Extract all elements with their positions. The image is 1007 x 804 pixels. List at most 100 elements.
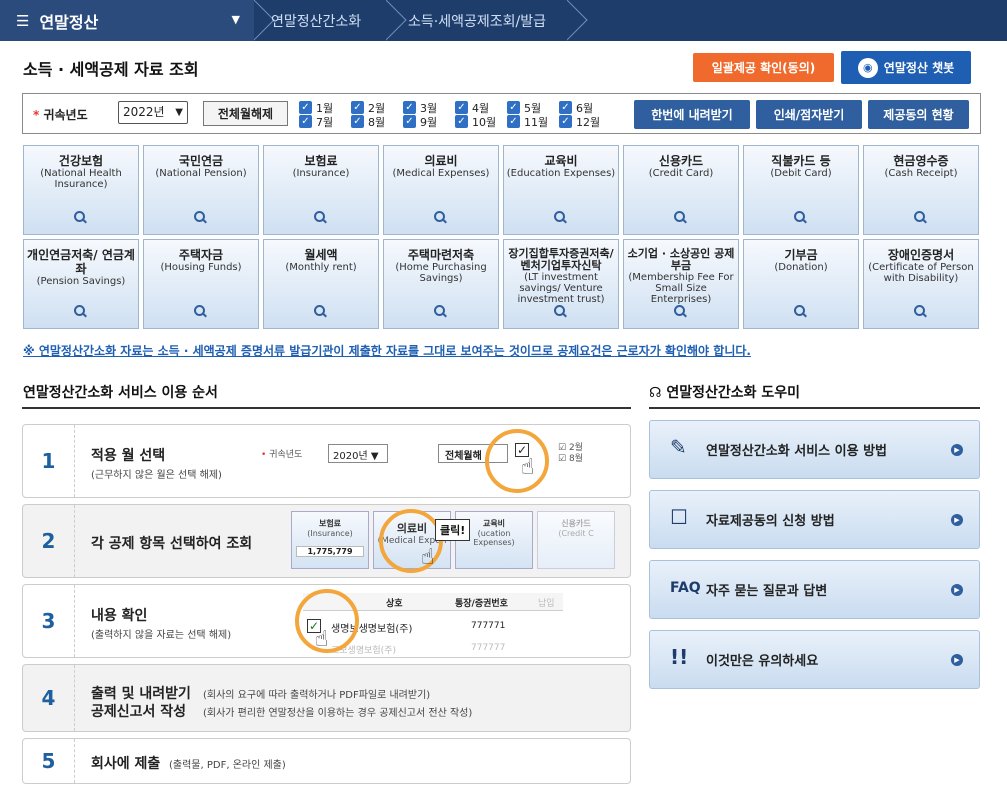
- arrow-right-icon: ▶: [951, 654, 963, 666]
- tile-subtitle: (Membership Fee For Small Size Enterpris…: [628, 272, 734, 305]
- highlight-circle: [485, 429, 549, 493]
- category-tile-16[interactable]: 장애인증명서 (Certificate of Person with Disabi…: [863, 239, 979, 329]
- pointer-hand-icon: ☝: [421, 545, 435, 570]
- category-tile-2[interactable]: 국민연금 (National Pension): [143, 145, 259, 235]
- category-tile-3[interactable]: 보험료 (Insurance): [263, 145, 379, 235]
- select-arrow-icon: ▼: [175, 107, 183, 118]
- category-tile-15[interactable]: 기부금 (Donation): [743, 239, 859, 329]
- breadcrumb-item[interactable]: 연말정산간소화: [271, 0, 361, 41]
- category-tile-7[interactable]: 직불카드 등 (Debit Card): [743, 145, 859, 235]
- step-title: 적용 월 선택: [91, 448, 166, 464]
- demo-tile-credit: 신용카드 (Credit C: [537, 511, 615, 569]
- category-tile-6[interactable]: 신용카드 (Credit Card): [623, 145, 739, 235]
- month-checkbox-5[interactable]: ✓ 5월: [507, 101, 541, 115]
- demo-tile-insurance: 보험료 (Insurance) 1,775,779: [291, 511, 369, 569]
- category-tile-10[interactable]: 주택자금 (Housing Funds): [143, 239, 259, 329]
- tile-title: 주택마련저축: [407, 248, 475, 262]
- category-tile-14[interactable]: 소기업 · 소상공인 공제부금 (Membership Fee For Small…: [623, 239, 739, 329]
- step-number: 2: [23, 505, 75, 577]
- step-number: 1: [23, 425, 75, 497]
- checkbox-checked-icon: ✓: [507, 101, 520, 114]
- search-icon: [434, 305, 447, 318]
- search-icon: [194, 305, 207, 318]
- step-title-2: 공제신고서 작성: [91, 704, 187, 720]
- tile-title: 기부금: [784, 248, 818, 262]
- divider: [22, 407, 631, 409]
- checkbox-checked-icon: ✓: [455, 115, 468, 128]
- arrow-right-icon: ▶: [951, 514, 963, 526]
- category-tile-5[interactable]: 교육비 (Education Expenses): [503, 145, 619, 235]
- breadcrumb-separator-icon: [567, 0, 591, 41]
- demo-year-select: 2020년 ▼: [328, 444, 388, 463]
- breadcrumb-item-current[interactable]: 소득·세액공제조회/발급: [408, 0, 546, 41]
- help-section-title: ☊ 연말정산간소화 도우미: [649, 385, 800, 401]
- help-item-3[interactable]: FAQ 자주 묻는 질문과 답변 ▶: [649, 560, 980, 619]
- month-checkbox-7[interactable]: ✓ 7월: [299, 115, 333, 129]
- month-checkbox-1[interactable]: ✓ 1월: [299, 101, 333, 115]
- category-tile-4[interactable]: 의료비 (Medical Expenses): [383, 145, 499, 235]
- month-checkbox-10[interactable]: ✓ 10월: [455, 115, 496, 129]
- checkbox-checked-icon: ✓: [559, 101, 572, 114]
- main-menu-dropdown[interactable]: ☰ 연말정산 ▼: [0, 0, 254, 41]
- clear-all-months-button[interactable]: 전체월해제: [203, 101, 288, 126]
- month-checkbox-3[interactable]: ✓ 3월: [403, 101, 437, 115]
- category-tile-13[interactable]: 장기집합투자증권저축/ 벤처기업투자신탁 (LT investment savin…: [503, 239, 619, 329]
- search-icon: [794, 305, 807, 318]
- tile-subtitle: (Credit Card): [648, 168, 714, 179]
- category-tile-8[interactable]: 현금영수증 (Cash Receipt): [863, 145, 979, 235]
- exclamation-icon: !!: [670, 645, 689, 669]
- month-checkbox-2[interactable]: ✓ 2월: [351, 101, 385, 115]
- step-subtitle-2: (회사가 편리한 연말정산을 이용하는 경우 공제신고서 전산 작성): [203, 708, 473, 719]
- help-item-1[interactable]: ✎ 연말정산간소화 서비스 이용 방법 ▶: [649, 420, 980, 479]
- month-checkbox-11[interactable]: ✓ 11월: [507, 115, 548, 129]
- month-checkbox-12[interactable]: ✓ 12월: [559, 115, 600, 129]
- category-tile-11[interactable]: 월세액 (Monthly rent): [263, 239, 379, 329]
- year-select[interactable]: 2022년 ▼: [118, 101, 188, 124]
- category-tile-12[interactable]: 주택마련저축 (Home Purchasing Savings): [383, 239, 499, 329]
- hamburger-icon: ☰: [16, 11, 30, 30]
- step-subtitle: (근무하지 않은 월은 선택 해제): [91, 470, 222, 481]
- step-title: 출력 및 내려받기: [91, 686, 191, 702]
- checkbox-checked-icon: ✓: [507, 115, 520, 128]
- help-item-2[interactable]: ☐ 자료제공동의 신청 방법 ▶: [649, 490, 980, 549]
- step-1: 1 적용 월 선택 (근무하지 않은 월은 선택 해제) • 귀속년도 2020…: [22, 424, 631, 498]
- tile-title: 교육비: [544, 154, 578, 168]
- tile-subtitle: (Debit Card): [770, 168, 832, 179]
- checkbox-checked-icon: ✓: [299, 115, 312, 128]
- faq-icon: FAQ: [670, 580, 701, 596]
- help-item-4[interactable]: !! 이것만은 유의하세요 ▶: [649, 630, 980, 689]
- category-tile-9[interactable]: 개인연금저축/ 연금계좌 (Pension Savings): [23, 239, 139, 329]
- tile-title: 주택자금: [178, 248, 224, 262]
- tile-title: 신용카드: [658, 154, 704, 168]
- search-icon: [554, 305, 567, 318]
- step-number: 5: [23, 739, 75, 783]
- notice-text[interactable]: ※ 연말정산간소화 자료는 소득 · 세액공제 증명서류 발급기관이 제출한 자…: [23, 342, 751, 359]
- month-checkbox-4[interactable]: ✓ 4월: [455, 101, 489, 115]
- tile-subtitle: (Cash Receipt): [884, 168, 958, 179]
- steps-section-title: 연말정산간소화 서비스 이용 순서: [23, 385, 218, 401]
- pointer-hand-icon: ☝: [521, 455, 535, 480]
- provider-consent-status-button[interactable]: 제공동의 현황: [868, 100, 969, 129]
- tile-subtitle: (Insurance): [292, 168, 350, 179]
- month-checkbox-8[interactable]: ✓ 8월: [351, 115, 385, 129]
- print-braille-button[interactable]: 인쇄/점자받기: [756, 100, 862, 129]
- month-checkbox-9[interactable]: ✓ 9월: [403, 115, 437, 129]
- chatbot-button[interactable]: ◉ 연말정산 챗봇: [841, 51, 971, 84]
- month-checkbox-6[interactable]: ✓ 6월: [559, 101, 593, 115]
- search-icon: [554, 211, 567, 224]
- tile-subtitle: (Medical Expenses): [392, 168, 490, 179]
- step-title: 각 공제 항목 선택하여 조회: [91, 536, 253, 552]
- bulk-consent-button[interactable]: 일괄제공 확인(동의): [693, 53, 834, 82]
- tile-subtitle: (Home Purchasing Savings): [395, 262, 487, 284]
- step-number: 4: [23, 665, 75, 731]
- category-tile-1[interactable]: 건강보험 (National Health Insurance): [23, 145, 139, 235]
- filter-bar: * 귀속년도 2022년 ▼ 전체월해제 ✓ 1월 ✓ 2월 ✓ 3월 ✓ 4월 ✓ 5월 ✓ 6월 ✓ 7…: [22, 93, 981, 134]
- breadcrumb-separator-icon: [386, 0, 410, 41]
- checkbox-checked-icon: ✓: [403, 101, 416, 114]
- arrow-right-icon: ▶: [951, 444, 963, 456]
- search-icon: [674, 305, 687, 318]
- tile-subtitle: (National Health Insurance): [40, 168, 122, 190]
- step-subtitle: (출력하지 않을 자료는 선택 해제): [91, 630, 232, 641]
- document-icon: ☐: [670, 505, 688, 529]
- download-all-button[interactable]: 한번에 내려받기: [634, 100, 750, 129]
